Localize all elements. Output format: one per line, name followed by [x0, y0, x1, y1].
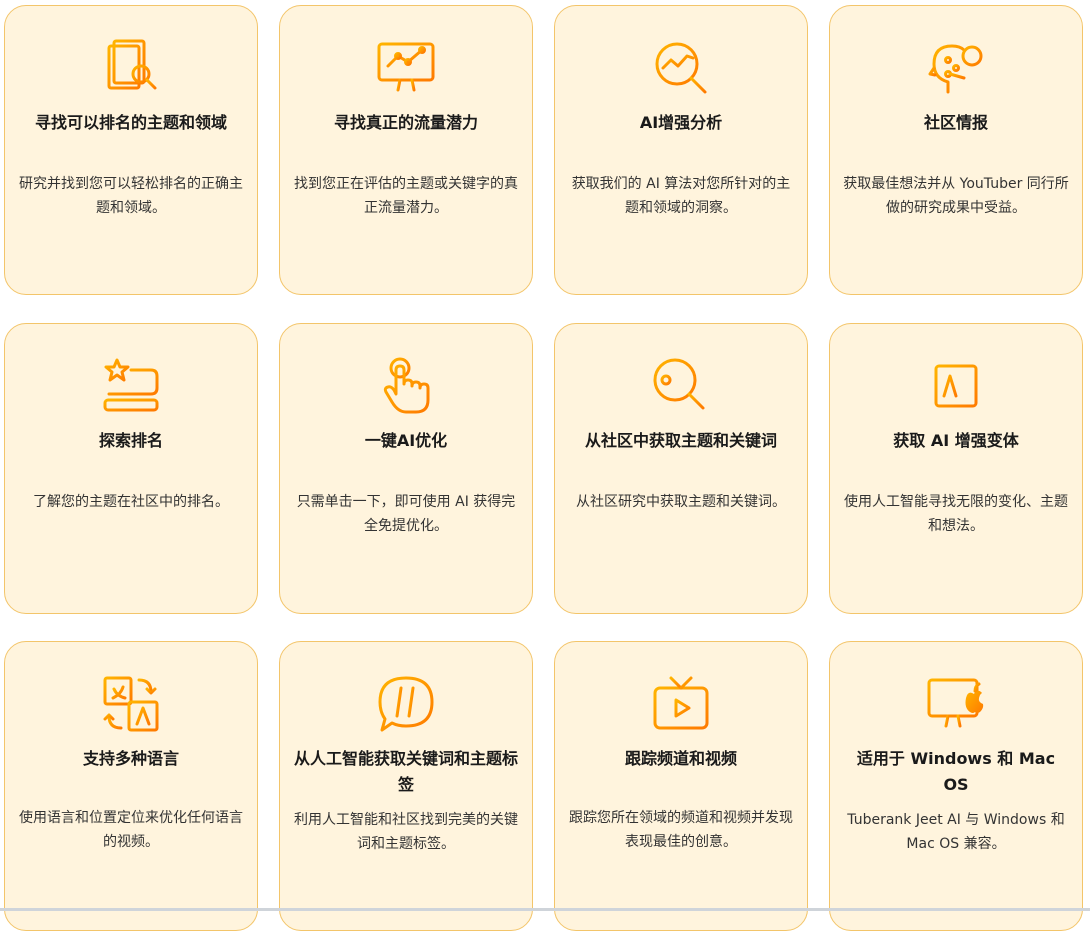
- card-description: 使用人工智能寻找无限的变化、主题和想法。: [844, 494, 1068, 534]
- feature-card: 从社区中获取主题和关键词 从社区研究中获取主题和关键词。: [554, 323, 808, 614]
- feature-card: 跟踪频道和视频 跟踪您所在领域的频道和视频并发现表现最佳的创意。: [554, 641, 808, 931]
- monitor-chart-icon: [376, 38, 436, 98]
- card-description: 获取我们的 AI 算法对您所针对的主题和领域的洞察。: [571, 176, 791, 216]
- translate-icon: [101, 674, 161, 734]
- feature-card: 获取 AI 增强变体 使用人工智能寻找无限的变化、主题和想法。: [829, 323, 1083, 614]
- card-description: 找到您正在评估的主题或关键字的真正流量潜力。: [294, 176, 518, 216]
- card-title: 从社区中获取主题和关键词: [584, 431, 777, 450]
- card-title: 适用于 Windows 和 Mac OS: [856, 749, 1056, 794]
- card-title: 获取 AI 增强变体: [893, 431, 1019, 450]
- monitor-apple-icon: [926, 674, 986, 734]
- star-ranking-icon: [101, 356, 161, 416]
- feature-card: 适用于 Windows 和 Mac OS Tuberank Jeet AI 与 …: [829, 641, 1083, 931]
- card-description: Tuberank Jeet AI 与 Windows 和 Mac OS 兼容。: [847, 812, 1065, 852]
- card-title: 支持多种语言: [82, 749, 179, 768]
- analytics-magnifier-icon: [651, 38, 711, 98]
- feature-card: 社区情报 获取最佳想法并从 YouTuber 同行所做的研究成果中受益。: [829, 5, 1083, 295]
- hashtag-bubble-icon: [376, 674, 436, 734]
- card-title: 从人工智能获取关键词和主题标签: [294, 749, 519, 794]
- card-title: 社区情报: [923, 113, 988, 132]
- card-description: 只需单击一下，即可使用 AI 获得完全免提优化。: [296, 494, 516, 534]
- feature-card: 寻找真正的流量潜力 找到您正在评估的主题或关键字的真正流量潜力。: [279, 5, 533, 295]
- card-description: 研究并找到您可以轻松排名的正确主题和领域。: [19, 176, 243, 216]
- feature-card: 一键AI优化 只需单击一下，即可使用 AI 获得完全免提优化。: [279, 323, 533, 614]
- ai-chip-icon: [926, 356, 986, 416]
- card-title: 跟踪频道和视频: [624, 749, 737, 768]
- head-lightbulb-icon: [926, 38, 986, 98]
- card-description: 从社区研究中获取主题和关键词。: [576, 494, 786, 510]
- card-title: AI增强分析: [639, 113, 723, 132]
- card-title: 寻找真正的流量潜力: [333, 113, 478, 132]
- feature-card: AI增强分析 获取我们的 AI 算法对您所针对的主题和领域的洞察。: [554, 5, 808, 295]
- card-description: 跟踪您所在领域的频道和视频并发现表现最佳的创意。: [569, 810, 793, 850]
- document-search-icon: [101, 38, 161, 98]
- key-search-icon: [651, 356, 711, 416]
- card-description: 使用语言和位置定位来优化任何语言的视频。: [19, 810, 243, 850]
- tv-play-icon: [651, 674, 711, 734]
- card-description: 获取最佳想法并从 YouTuber 同行所做的研究成果中受益。: [843, 176, 1069, 216]
- feature-card: 从人工智能获取关键词和主题标签 利用人工智能和社区找到完美的关键词和主题标签。: [279, 641, 533, 931]
- card-title: 探索排名: [98, 431, 163, 450]
- feature-card: 探索排名 了解您的主题在社区中的排名。: [4, 323, 258, 614]
- feature-card: 支持多种语言 使用语言和位置定位来优化任何语言的视频。: [4, 641, 258, 931]
- card-description: 利用人工智能和社区找到完美的关键词和主题标签。: [294, 812, 518, 852]
- feature-card: 寻找可以排名的主题和领域 研究并找到您可以轻松排名的正确主题和领域。: [4, 5, 258, 295]
- tap-hand-icon: [376, 356, 436, 416]
- card-description: 了解您的主题在社区中的排名。: [33, 494, 229, 510]
- card-title: 一键AI优化: [364, 431, 448, 450]
- card-title: 寻找可以排名的主题和领域: [34, 113, 227, 132]
